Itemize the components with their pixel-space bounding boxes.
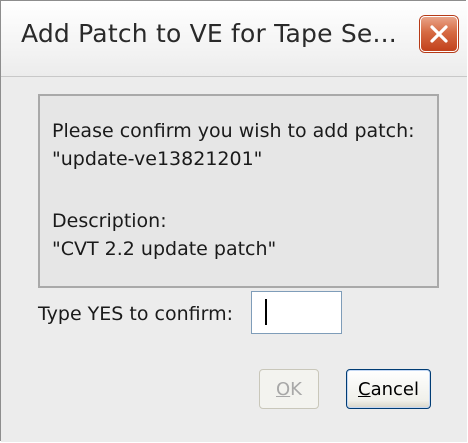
dialog-body: Please confirm you wish to add patch: "u… xyxy=(1,77,467,442)
add-patch-dialog: Add Patch to VE for Tape Se... Please co… xyxy=(0,0,467,442)
ok-button[interactable]: OK xyxy=(259,369,319,409)
cancel-label-rest: ancel xyxy=(370,378,419,400)
cancel-button[interactable]: Cancel xyxy=(346,369,431,409)
ok-label-rest: K xyxy=(290,378,302,400)
close-icon xyxy=(430,25,448,43)
confirm-prompt-text: Please confirm you wish to add patch: xyxy=(52,120,415,142)
text-caret xyxy=(265,299,267,325)
cancel-mnemonic: C xyxy=(358,378,371,400)
confirm-label: Type YES to confirm: xyxy=(38,303,233,325)
title-bar[interactable]: Add Patch to VE for Tape Se... xyxy=(1,1,467,77)
description-value: "CVT 2.2 update patch" xyxy=(52,238,277,260)
description-label: Description: xyxy=(52,210,167,232)
window-title: Add Patch to VE for Tape Se... xyxy=(21,19,397,48)
message-panel: Please confirm you wish to add patch: "u… xyxy=(38,94,439,288)
patch-name-text: "update-ve13821201" xyxy=(52,148,263,170)
ok-mnemonic: O xyxy=(276,378,291,400)
close-button[interactable] xyxy=(420,16,458,52)
